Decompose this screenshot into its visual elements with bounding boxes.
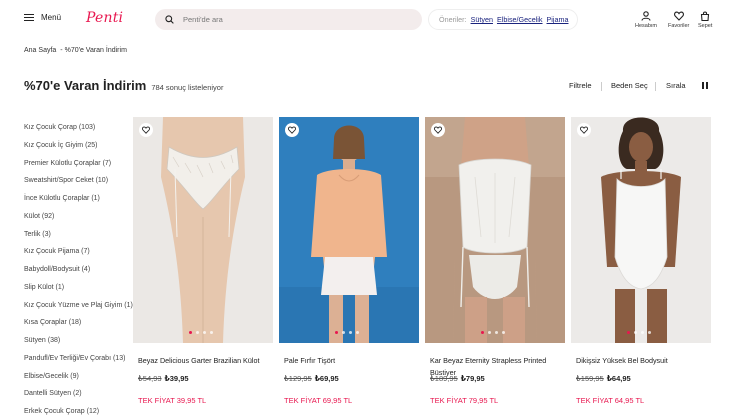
category-item[interactable]: Terlik (3) — [24, 231, 134, 249]
single-price-label: TEK FİYAT 39,95 TL — [138, 396, 207, 405]
suggestion-link-elbise[interactable]: Elbise/Gecelik — [497, 15, 543, 24]
category-sidebar: Kız Çocuk Çorap (103) Kız Çocuk İç Giyim… — [24, 124, 134, 420]
category-item[interactable]: İnce Külotlu Çoraplar (1) — [24, 195, 134, 213]
filter-button[interactable]: Filtrele — [569, 81, 592, 90]
favorite-heart-button[interactable] — [139, 123, 153, 137]
favorite-heart-button[interactable] — [285, 123, 299, 137]
header: Menü Penti Öneriler: Sütyen Elbise/Gecel… — [0, 0, 730, 40]
breadcrumb: Ana Sayfa - %70'e Varan İndirim — [24, 47, 127, 54]
old-price: ₺159,95 — [576, 374, 604, 383]
penti-logo[interactable]: Penti — [86, 10, 123, 26]
favorites-label: Favoriler — [668, 23, 690, 29]
shopping-bag-icon — [701, 11, 710, 21]
category-item[interactable]: Erkek Çocuk Çorap (12) — [24, 408, 134, 420]
category-item[interactable]: Külot (92) — [24, 213, 134, 231]
image-carousel-dots — [627, 331, 651, 334]
product-prices: ₺159,95 ₺64,95 — [571, 374, 711, 383]
breadcrumb-separator: - — [60, 47, 63, 54]
product-name[interactable]: Beyaz Delicious Garter Brazilian Külot — [133, 355, 273, 367]
favorite-heart-button[interactable] — [431, 123, 445, 137]
single-price-label: TEK FİYAT 64,95 TL — [576, 396, 645, 405]
category-item[interactable]: Kız Çocuk Çorap (103) — [24, 124, 134, 142]
image-carousel-dots — [481, 331, 505, 334]
product-card[interactable]: Kar Beyaz Eternity Strapless Printed Büs… — [425, 117, 565, 405]
search-input[interactable] — [183, 15, 383, 24]
breadcrumb-home[interactable]: Ana Sayfa — [24, 47, 56, 54]
heart-icon — [580, 126, 588, 134]
menu-button[interactable]: Menü — [24, 13, 61, 22]
sort-button[interactable]: Sırala — [666, 81, 686, 90]
category-item[interactable]: Babydoll/Bodysuit (4) — [24, 266, 134, 284]
listing-tools: Filtrele Beden Seç Sırala — [0, 81, 730, 93]
heart-icon — [434, 126, 442, 134]
product-prices: ₺54,93 ₺39,95 — [133, 374, 273, 383]
product-prices: ₺189,95 ₺79,95 — [425, 374, 565, 383]
suggestion-link-pijama[interactable]: Pijama — [547, 15, 569, 24]
suggestions-label: Öneriler: — [439, 15, 467, 24]
tool-divider — [655, 82, 656, 91]
user-icon — [641, 11, 651, 21]
category-item[interactable]: Kız Çocuk İç Giyim (25) — [24, 142, 134, 160]
favorites-button[interactable]: Favoriler — [668, 11, 689, 29]
product-image[interactable] — [425, 117, 565, 343]
size-select-button[interactable]: Beden Seç — [611, 81, 648, 90]
heart-icon — [142, 126, 150, 134]
account-button[interactable]: Hesabım — [635, 11, 657, 29]
account-label: Hesabım — [635, 23, 658, 29]
heart-icon — [288, 126, 296, 134]
category-item[interactable]: Dantelli Sütyen (2) — [24, 390, 134, 408]
grid-view-icon[interactable] — [702, 82, 708, 91]
cart-button[interactable]: Sepet — [698, 11, 712, 29]
single-price-label: TEK FİYAT 69,95 TL — [284, 396, 353, 405]
category-item[interactable]: Premier Külotlu Çoraplar (7) — [24, 160, 134, 178]
old-price: ₺189,95 — [430, 374, 458, 383]
product-name[interactable]: Pale Fırfır Tişört — [279, 355, 419, 367]
category-item[interactable]: Sweatshirt/Spor Ceket (10) — [24, 177, 134, 195]
product-name[interactable]: Dikişsiz Yüksek Bel Bodysuit — [571, 355, 711, 367]
favorite-heart-button[interactable] — [577, 123, 591, 137]
product-card[interactable]: Pale Fırfır Tişört ₺129,95 ₺69,95 TEK Fİ… — [279, 117, 419, 405]
old-price: ₺129,95 — [284, 374, 312, 383]
category-item[interactable]: Kız Çocuk Pijama (7) — [24, 248, 134, 266]
product-image[interactable] — [279, 117, 419, 343]
category-item[interactable]: Elbise/Gecelik (9) — [24, 373, 134, 391]
old-price: ₺54,93 — [138, 374, 162, 383]
product-card[interactable]: Beyaz Delicious Garter Brazilian Külot ₺… — [133, 117, 273, 405]
image-carousel-dots — [189, 331, 213, 334]
category-item[interactable]: Pandufl/Ev Terliği/Ev Çorabı (13) — [24, 355, 134, 373]
search-suggestions: Öneriler: Sütyen Elbise/Gecelik Pijama — [428, 9, 578, 30]
current-price: ₺69,95 — [314, 374, 339, 383]
heart-icon — [673, 11, 684, 21]
product-card[interactable]: Dikişsiz Yüksek Bel Bodysuit ₺159,95 ₺64… — [571, 117, 711, 405]
product-prices: ₺129,95 ₺69,95 — [279, 374, 419, 383]
breadcrumb-current: %70'e Varan İndirim — [64, 47, 127, 54]
product-image[interactable] — [571, 117, 711, 343]
search-bar[interactable] — [155, 9, 422, 30]
current-price: ₺79,95 — [460, 374, 485, 383]
product-image[interactable] — [133, 117, 273, 343]
hamburger-icon — [24, 14, 34, 22]
suggestion-link-sutyen[interactable]: Sütyen — [471, 15, 493, 24]
category-item[interactable]: Kısa Çoraplar (18) — [24, 319, 134, 337]
image-carousel-dots — [335, 331, 359, 334]
category-item[interactable]: Sütyen (38) — [24, 337, 134, 355]
current-price: ₺64,95 — [606, 374, 631, 383]
current-price: ₺39,95 — [164, 374, 189, 383]
single-price-label: TEK FİYAT 79,95 TL — [430, 396, 499, 405]
cart-label: Sepet — [698, 23, 713, 29]
category-item[interactable]: Slip Külot (1) — [24, 284, 134, 302]
category-item[interactable]: Kız Çocuk Yüzme ve Plaj Giyim (1) — [24, 302, 134, 320]
search-icon — [165, 15, 174, 24]
menu-label: Menü — [41, 13, 62, 22]
tool-divider — [601, 82, 602, 91]
